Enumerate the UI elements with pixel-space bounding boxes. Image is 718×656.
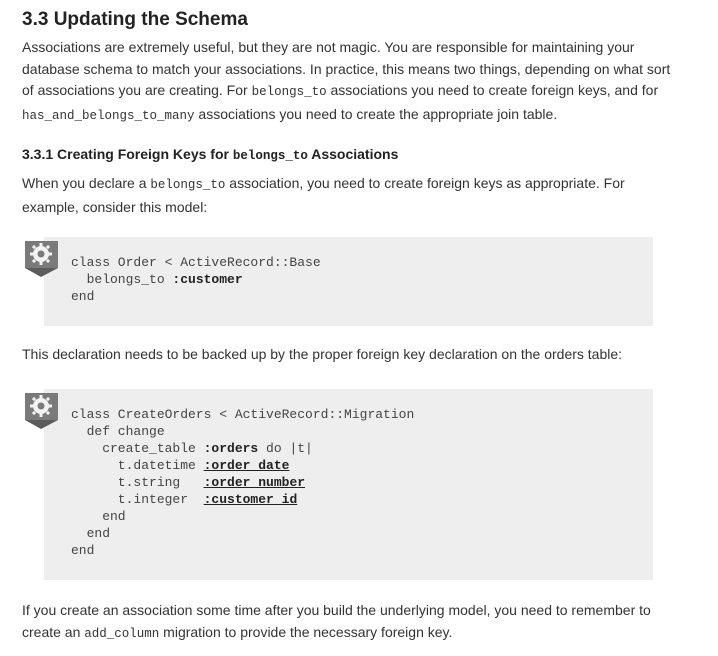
code-symbol: :order_date bbox=[203, 458, 290, 473]
inline-code: belongs_to bbox=[251, 85, 327, 99]
code-line: def change bbox=[71, 424, 165, 439]
text-run: associations you need to create foreign … bbox=[326, 82, 659, 98]
section-heading: 3.3 Updating the Schema bbox=[22, 9, 248, 30]
inline-code: belongs_to bbox=[150, 178, 226, 192]
code-line: class Order < ActiveRecord::Base bbox=[71, 255, 321, 270]
intro-paragraph: Associations are extremely useful, but t… bbox=[22, 37, 672, 127]
code-line: create_table bbox=[71, 441, 204, 456]
gear-icon bbox=[25, 241, 58, 277]
code-symbol: :orders bbox=[203, 441, 259, 456]
code-line: t.integer bbox=[71, 492, 204, 507]
inline-code: has_and_belongs_to_many bbox=[22, 108, 195, 123]
heading-inline-code: belongs_to bbox=[232, 149, 308, 163]
code-model: class Order < ActiveRecord::Base belongs… bbox=[71, 254, 321, 305]
code-symbol: :order_number bbox=[203, 475, 306, 490]
code-symbol: :customer bbox=[172, 272, 243, 287]
text-run: associations you need to create the appr… bbox=[194, 105, 558, 122]
model-paragraph: When you declare a belongs_to associatio… bbox=[22, 173, 672, 218]
text-run: When you declare a bbox=[22, 175, 151, 191]
subsection-heading: 3.3.1 Creating Foreign Keys for belongs_… bbox=[22, 143, 398, 167]
code-line: end bbox=[71, 509, 126, 524]
inline-code: add_column bbox=[84, 626, 160, 641]
code-line: end bbox=[71, 543, 95, 558]
heading-text: Associations bbox=[307, 146, 399, 162]
code-line: class CreateOrders < ActiveRecord::Migra… bbox=[71, 407, 415, 422]
code-line: belongs_to bbox=[71, 272, 173, 287]
code-migration: class CreateOrders < ActiveRecord::Migra… bbox=[71, 406, 414, 559]
guide-page: 3.3 Updating the Schema Associations are… bbox=[0, 0, 718, 656]
code-line: do |t| bbox=[258, 441, 313, 456]
text-run: migration to provide the necessary forei… bbox=[159, 623, 453, 640]
migration-paragraph: This declaration needs to be backed up b… bbox=[22, 346, 623, 362]
code-line: end bbox=[71, 289, 95, 304]
code-line: t.datetime bbox=[71, 458, 204, 473]
code-line: end bbox=[71, 526, 111, 541]
code-line: t.string bbox=[71, 475, 204, 490]
gear-icon bbox=[25, 393, 58, 429]
code-symbol: :customer_id bbox=[203, 492, 298, 507]
heading-text: 3.3.1 Creating Foreign Keys for bbox=[22, 146, 233, 162]
add-column-paragraph: If you create an association some time a… bbox=[22, 600, 672, 645]
